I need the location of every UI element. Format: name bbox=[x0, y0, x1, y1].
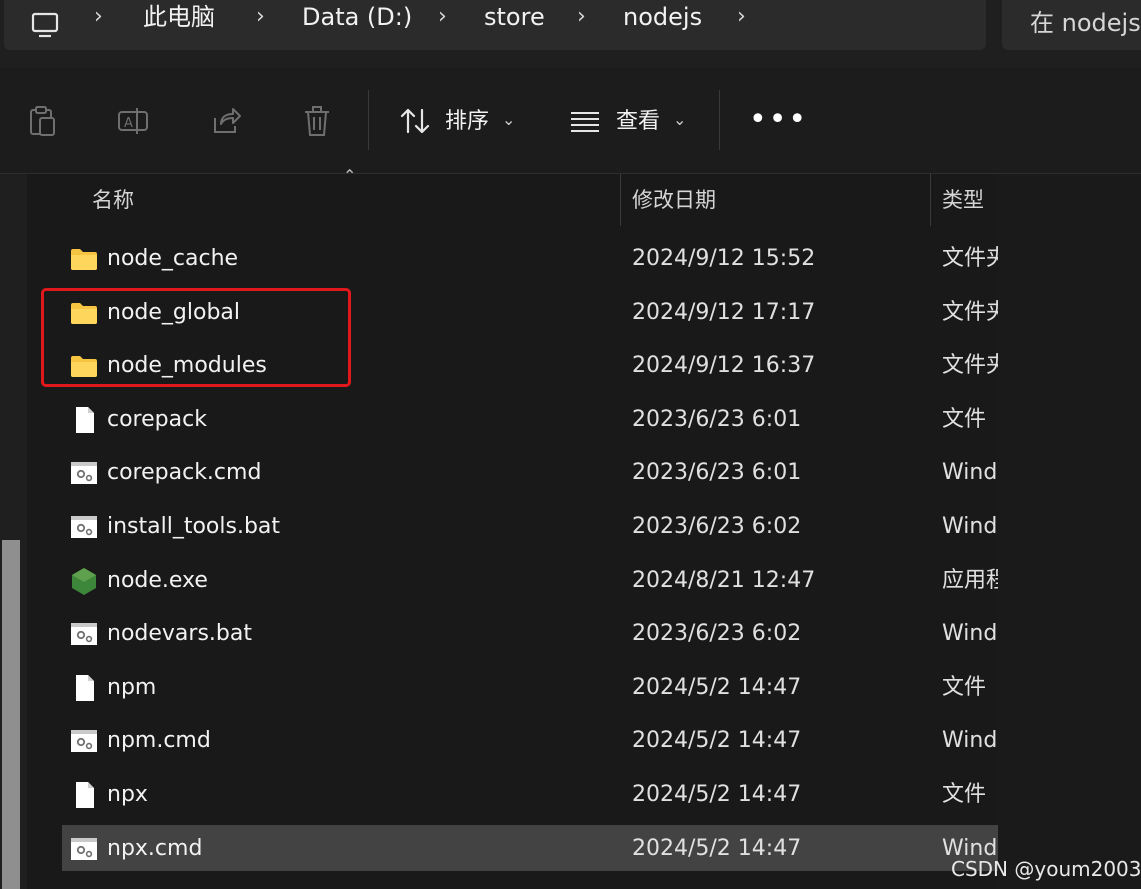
column-header-modified[interactable]: 修改日期 bbox=[632, 184, 716, 216]
chevron-down-icon[interactable]: ⌄ bbox=[673, 108, 686, 132]
search-placeholder: 在 nodejs bbox=[1030, 9, 1141, 37]
file-name[interactable]: node_cache bbox=[107, 243, 238, 275]
breadcrumb[interactable]: › 此电脑 › Data (D:) › store › nodejs › bbox=[4, 0, 986, 50]
script-icon bbox=[71, 623, 97, 645]
file-modified-date: 2024/5/2 14:47 bbox=[632, 728, 802, 753]
view-icon[interactable] bbox=[568, 104, 602, 138]
script-icon bbox=[71, 838, 97, 860]
column-divider[interactable] bbox=[620, 174, 621, 226]
delete-icon[interactable] bbox=[300, 104, 334, 138]
computer-icon[interactable] bbox=[30, 10, 62, 42]
svg-text:A: A bbox=[124, 116, 133, 131]
column-divider[interactable] bbox=[930, 174, 931, 226]
file-modified-date: 2024/5/2 14:47 bbox=[632, 782, 802, 807]
file-type: 文件夹 bbox=[942, 353, 998, 378]
chevron-right-icon[interactable]: › bbox=[737, 1, 746, 33]
file-icon bbox=[76, 675, 94, 701]
file-type: 应用程序 bbox=[942, 568, 998, 593]
chevron-down-icon[interactable]: ⌄ bbox=[502, 108, 515, 132]
file-icon bbox=[76, 782, 94, 808]
sort-ascending-icon: ⌃ bbox=[343, 166, 357, 185]
file-type: 文件 bbox=[942, 407, 987, 432]
chevron-right-icon[interactable]: › bbox=[577, 1, 586, 33]
rename-icon[interactable]: A bbox=[116, 104, 150, 138]
file-name[interactable]: npx.cmd bbox=[107, 833, 202, 865]
file-name[interactable]: node.exe bbox=[107, 565, 208, 597]
file-name[interactable]: npx bbox=[107, 779, 148, 811]
file-name[interactable]: corepack bbox=[107, 404, 207, 436]
file-type: 文件 bbox=[942, 782, 987, 807]
chevron-right-icon[interactable]: › bbox=[256, 1, 265, 33]
file-type: Windows bbox=[942, 621, 998, 646]
view-button[interactable]: 查看 bbox=[616, 106, 660, 138]
file-icon bbox=[76, 407, 94, 433]
folder-icon bbox=[71, 249, 97, 270]
file-type: Windows bbox=[942, 728, 998, 753]
file-type: 文件夹 bbox=[942, 246, 998, 271]
file-modified-date: 2024/5/2 14:47 bbox=[632, 675, 802, 700]
file-modified-date: 2024/9/12 17:17 bbox=[632, 300, 816, 325]
breadcrumb-data-drive[interactable]: Data (D:) bbox=[302, 1, 412, 33]
script-icon bbox=[71, 730, 97, 752]
breadcrumb-nodejs[interactable]: nodejs bbox=[623, 1, 702, 33]
file-modified-date: 2024/9/12 16:37 bbox=[632, 353, 816, 378]
details-pane-edge bbox=[998, 174, 1141, 889]
watermark: CSDN @youm2003 bbox=[951, 857, 1141, 881]
toolbar-separator bbox=[368, 90, 369, 150]
share-icon[interactable] bbox=[209, 104, 243, 138]
sort-button[interactable]: 排序 bbox=[445, 106, 489, 138]
file-modified-date: 2023/6/23 6:02 bbox=[632, 621, 802, 646]
search-input[interactable]: 在 nodejs bbox=[1002, 0, 1141, 50]
chevron-right-icon[interactable]: › bbox=[438, 1, 447, 33]
toolbar-separator bbox=[719, 90, 720, 150]
annotation-highlight-box bbox=[41, 288, 351, 387]
breadcrumb-store[interactable]: store bbox=[484, 1, 545, 33]
column-header-name[interactable]: 名称 bbox=[92, 184, 134, 216]
file-modified-date: 2023/6/23 6:01 bbox=[632, 407, 802, 432]
file-name[interactable]: nodevars.bat bbox=[107, 618, 252, 650]
file-modified-date: 2023/6/23 6:01 bbox=[632, 460, 802, 485]
file-name[interactable]: corepack.cmd bbox=[107, 457, 261, 489]
file-modified-date: 2024/8/21 12:47 bbox=[632, 568, 816, 593]
script-icon bbox=[71, 516, 97, 538]
paste-icon[interactable] bbox=[26, 104, 60, 138]
file-type: Windows bbox=[942, 514, 998, 539]
file-name[interactable]: install_tools.bat bbox=[107, 511, 280, 543]
address-bar: › 此电脑 › Data (D:) › store › nodejs › 在 n… bbox=[0, 0, 1141, 68]
breadcrumb-this-pc[interactable]: 此电脑 bbox=[143, 1, 215, 33]
file-type: 文件 bbox=[942, 675, 987, 700]
file-modified-date: 2024/9/12 15:52 bbox=[632, 246, 816, 271]
file-modified-date: 2023/6/23 6:02 bbox=[632, 514, 802, 539]
chevron-right-icon[interactable]: › bbox=[94, 1, 103, 33]
file-modified-date: 2024/5/2 14:47 bbox=[632, 836, 802, 861]
file-type: 文件夹 bbox=[942, 300, 998, 325]
sort-icon[interactable] bbox=[398, 104, 432, 138]
scrollbar-thumb[interactable] bbox=[2, 540, 20, 889]
nodejs-icon bbox=[72, 568, 96, 595]
file-type: Windows bbox=[942, 460, 998, 485]
more-options-button[interactable]: ••• bbox=[749, 104, 808, 136]
file-name[interactable]: npm bbox=[107, 672, 156, 704]
column-header-type[interactable]: 类型 bbox=[942, 184, 984, 216]
file-name[interactable]: npm.cmd bbox=[107, 725, 211, 757]
script-icon bbox=[71, 462, 97, 484]
